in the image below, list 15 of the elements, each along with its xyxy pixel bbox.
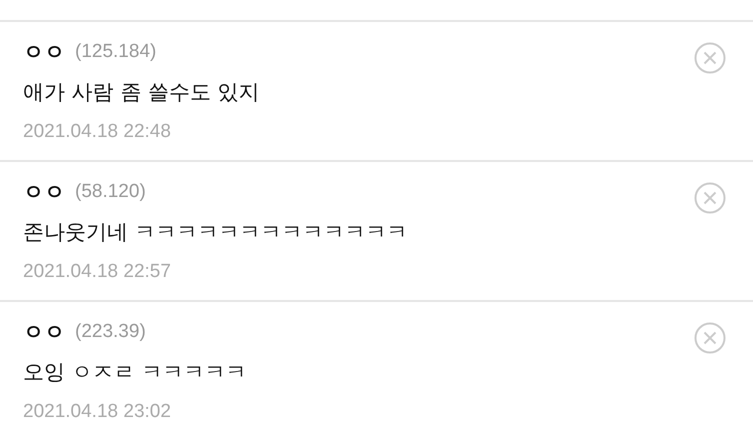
delete-icon[interactable] (694, 182, 726, 214)
comment-text: 존나웃기네 ㅋㅋㅋㅋㅋㅋㅋㅋㅋㅋㅋㅋㅋ (23, 219, 408, 246)
ip-address: (125.184) (75, 41, 156, 63)
author-name: ㅇㅇ (23, 319, 65, 346)
comment-date: 2021.04.18 22:57 (23, 261, 171, 283)
comment-date: 2021.04.18 22:48 (23, 121, 171, 143)
author-name: ㅇㅇ (23, 39, 65, 66)
author-name: ㅇㅇ (23, 179, 65, 206)
delete-icon[interactable] (694, 322, 726, 354)
ip-address: (223.39) (75, 321, 146, 343)
ip-address: (58.120) (75, 181, 146, 203)
comment-date: 2021.04.18 23:02 (23, 401, 171, 423)
delete-icon[interactable] (694, 42, 726, 74)
comment-text: 오잉 ㅇㅈㄹ ㅋㅋㅋㅋㅋ (23, 359, 246, 386)
comment-text: 애가 사람 좀 쓸수도 있지 (23, 79, 260, 106)
